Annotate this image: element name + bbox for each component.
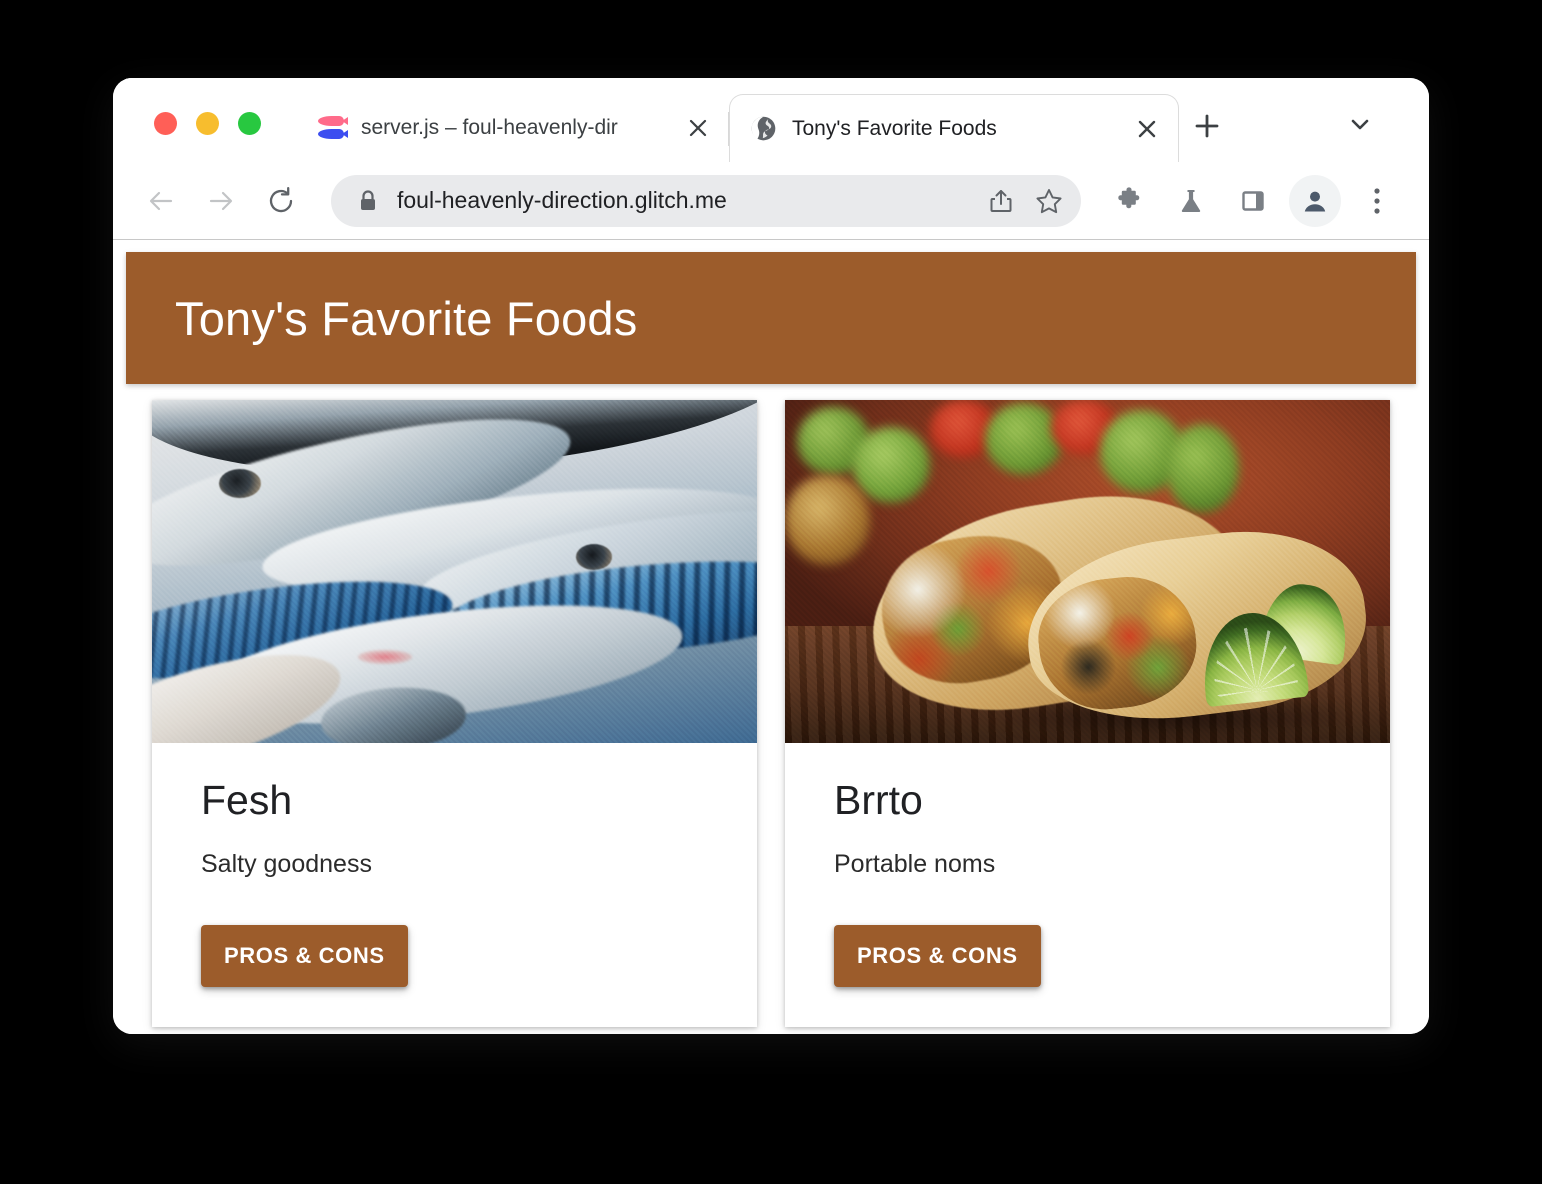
page-content: Tony's Favorite Foods Fesh Salty goodnes… (113, 240, 1429, 1034)
browser-toolbar: foul-heavenly-direction.glitch.me (113, 162, 1429, 240)
food-card-grid: Fesh Salty goodness PROS & CONS Brrto Po… (113, 384, 1429, 1027)
card-title: Fesh (201, 777, 293, 823)
reload-icon[interactable] (255, 175, 307, 227)
close-icon[interactable] (1130, 112, 1164, 146)
pros-and-cons-button[interactable]: PROS & CONS (201, 925, 408, 987)
food-card[interactable]: Fesh Salty goodness PROS & CONS (152, 400, 757, 1027)
card-description: Salty goodness (201, 850, 372, 878)
url-text[interactable]: foul-heavenly-direction.glitch.me (397, 187, 977, 214)
pros-and-cons-button[interactable]: PROS & CONS (834, 925, 1041, 987)
tab-strip: server.js – foul-heavenly-dir Tony's Fav… (113, 78, 1429, 162)
tropical-fish-icon (317, 113, 348, 143)
lock-icon (355, 189, 381, 213)
tab-server-js[interactable]: server.js – foul-heavenly-dir (299, 94, 729, 162)
card-title: Brrto (834, 777, 923, 823)
star-icon[interactable] (1025, 177, 1073, 225)
side-panel-icon[interactable] (1227, 175, 1279, 227)
new-tab-button[interactable] (1185, 104, 1229, 148)
tab-title: server.js – foul-heavenly-dir (361, 116, 618, 139)
tab-title: Tony's Favorite Foods (792, 116, 997, 140)
address-bar[interactable]: foul-heavenly-direction.glitch.me (331, 174, 1081, 227)
card-body: Fesh Salty goodness PROS & CONS (152, 743, 757, 1027)
close-window-button[interactable] (154, 112, 177, 135)
close-icon[interactable] (681, 111, 715, 145)
chevron-down-icon[interactable] (1338, 102, 1382, 146)
puzzle-piece-icon[interactable] (1103, 175, 1155, 227)
share-icon[interactable] (977, 177, 1025, 225)
person-avatar-icon[interactable] (1289, 174, 1341, 227)
three-dot-menu-icon[interactable] (1351, 175, 1403, 227)
card-description: Portable noms (834, 850, 996, 878)
globe-icon (748, 114, 778, 144)
tab-list: server.js – foul-heavenly-dir Tony's Fav… (299, 94, 1179, 162)
minimize-window-button[interactable] (196, 112, 219, 135)
food-card[interactable]: Brrto Portable noms PROS & CONS (785, 400, 1390, 1027)
tab-tonys-favorite-foods[interactable]: Tony's Favorite Foods (729, 94, 1179, 162)
page-title: Tony's Favorite Foods (175, 291, 638, 345)
site-header: Tony's Favorite Foods (126, 252, 1416, 384)
browser-window: server.js – foul-heavenly-dir Tony's Fav… (113, 78, 1429, 1034)
maximize-window-button[interactable] (238, 112, 261, 135)
card-body: Brrto Portable noms PROS & CONS (785, 743, 1390, 1027)
flask-icon[interactable] (1165, 175, 1217, 227)
window-controls (154, 112, 261, 135)
burrito-with-lime-wedges-photo (785, 400, 1390, 743)
fresh-mackerel-fish-photo (152, 400, 757, 743)
forward-arrow-icon[interactable] (195, 175, 247, 227)
back-arrow-icon[interactable] (135, 175, 187, 227)
